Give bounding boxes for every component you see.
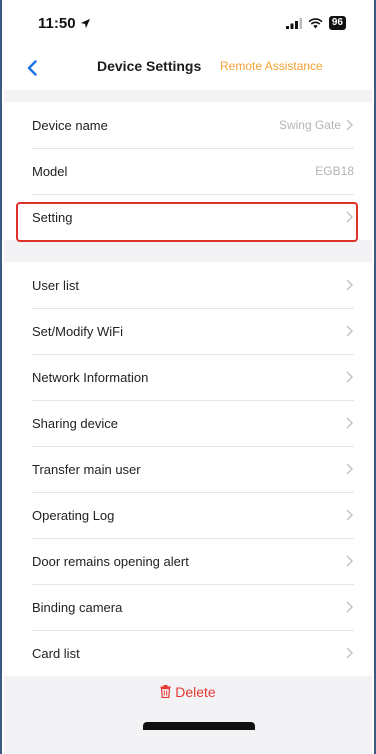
chevron-right-icon [346, 417, 354, 429]
menu-item-user-list[interactable]: User list [4, 262, 372, 308]
device-menu-group: User list Set/Modify WiFi Network Inform… [4, 262, 372, 676]
chevron-right-icon [346, 509, 354, 521]
chevron-right-icon [346, 463, 354, 475]
chevron-right-icon [346, 279, 354, 291]
status-time: 11:50 [38, 14, 76, 32]
model-value: EGB18 [315, 164, 354, 178]
chevron-left-icon [27, 60, 37, 76]
menu-item-binding-camera[interactable]: Binding camera [4, 584, 372, 630]
chevron-right-icon [346, 371, 354, 383]
page-title: Device Settings [97, 58, 202, 74]
menu-item-label: Network Information [32, 369, 149, 385]
cellular-signal-icon [285, 17, 302, 29]
trash-icon [160, 685, 171, 699]
menu-item-sharing-device[interactable]: Sharing device [4, 400, 372, 446]
menu-item-label: Transfer main user [32, 461, 141, 477]
model-label: Model [32, 163, 68, 179]
chevron-right-icon [346, 119, 354, 131]
wifi-icon [308, 17, 323, 29]
menu-item-label: Set/Modify WiFi [32, 323, 124, 339]
home-indicator [143, 722, 255, 730]
back-button[interactable] [18, 54, 46, 82]
model-row: Model EGB18 [4, 148, 372, 194]
chevron-right-icon [346, 555, 354, 567]
menu-item-door-open-alert[interactable]: Door remains opening alert [4, 538, 372, 584]
setting-chevron-group [345, 210, 354, 224]
setting-row[interactable]: Setting [4, 194, 372, 240]
battery-icon: 96 [328, 16, 346, 30]
device-name-value-group: Swing Gate [279, 118, 354, 132]
status-time-group: 11:50 [38, 15, 91, 32]
menu-item-label: Sharing device [32, 415, 118, 431]
chevron-right-icon [346, 325, 354, 337]
menu-item-label: Door remains opening alert [32, 553, 189, 569]
device-name-value: Swing Gate [278, 118, 341, 132]
menu-item-operating-log[interactable]: Operating Log [4, 492, 372, 538]
menu-item-label: Operating Log [32, 507, 115, 523]
delete-label: Delete [175, 684, 216, 700]
menu-item-set-modify-wifi[interactable]: Set/Modify WiFi [4, 308, 372, 354]
chevron-right-icon [346, 601, 354, 613]
settings-content: Device name Swing Gate Model EGB18 Setti… [4, 90, 372, 754]
menu-item-label: Card list [32, 645, 80, 661]
menu-item-transfer-main-user[interactable]: Transfer main user [4, 446, 372, 492]
setting-label: Setting [32, 209, 73, 225]
status-icons: 96 [285, 16, 346, 30]
device-info-group: Device name Swing Gate Model EGB18 Setti… [4, 102, 372, 240]
nav-bar: Device Settings Remote Assistance [2, 46, 374, 90]
menu-item-card-list[interactable]: Card list [4, 630, 372, 676]
phone-screen: 11:50 96 Device Settings Remote Assistan… [0, 0, 376, 754]
location-arrow-icon [80, 18, 90, 28]
delete-button[interactable]: Delete [4, 684, 372, 700]
status-bar: 11:50 96 [2, 0, 374, 46]
menu-item-label: Binding camera [32, 599, 123, 615]
chevron-right-icon [346, 647, 354, 659]
device-name-row[interactable]: Device name Swing Gate [4, 102, 372, 148]
device-name-label: Device name [32, 117, 108, 133]
menu-item-network-information[interactable]: Network Information [4, 354, 372, 400]
remote-assistance-link[interactable]: Remote Assistance [220, 59, 323, 73]
chevron-right-icon [346, 211, 354, 223]
menu-item-label: User list [32, 277, 79, 293]
model-value-group: EGB18 [315, 164, 354, 178]
